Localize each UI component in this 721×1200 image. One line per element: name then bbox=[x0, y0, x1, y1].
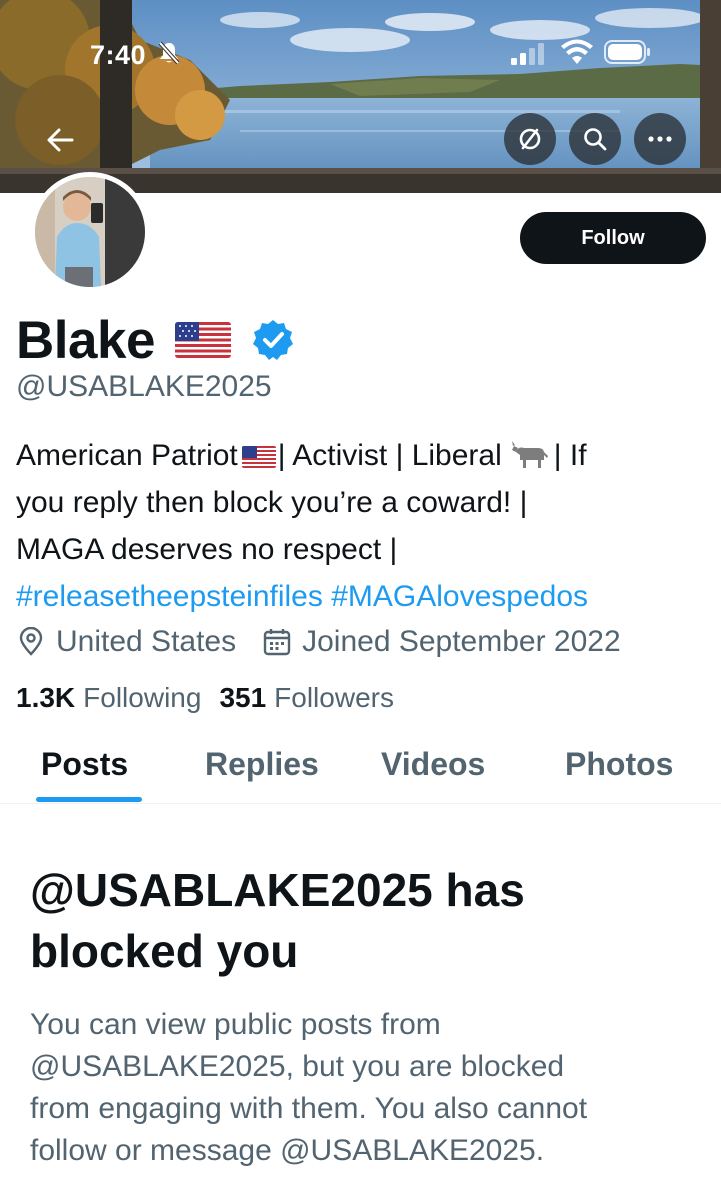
profile-location: United States bbox=[56, 625, 237, 658]
following-label: Following bbox=[83, 682, 202, 713]
status-time: 7:40 bbox=[90, 40, 147, 70]
wifi-icon bbox=[561, 39, 593, 64]
follow-button[interactable]: Follow bbox=[520, 212, 706, 264]
blocked-text-line: @USABLAKE2025, but you are blocked bbox=[30, 1050, 565, 1083]
us-flag-icon bbox=[241, 446, 276, 468]
more-icon bbox=[648, 136, 672, 142]
bell-slash-icon bbox=[158, 41, 180, 65]
avatar[interactable] bbox=[30, 172, 150, 292]
battery-icon bbox=[604, 40, 650, 64]
blocked-title-line: @USABLAKE2025 has bbox=[30, 864, 525, 916]
tab-replies[interactable]: Replies bbox=[205, 746, 319, 783]
bio-line: you reply then block you’re a coward! | bbox=[16, 486, 528, 519]
follow-stats: 1.3K Following 351 Followers bbox=[16, 682, 394, 714]
bio-text: American Patriot bbox=[16, 439, 238, 472]
profile-bio: American Patriot | Activist | Liberal | … bbox=[16, 432, 716, 620]
following-count: 1.3K bbox=[16, 682, 76, 713]
status-bar: 7:40 bbox=[0, 0, 721, 100]
blocked-text-line: follow or message @USABLAKE2025. bbox=[30, 1134, 545, 1167]
location-pin-icon bbox=[19, 627, 43, 656]
us-flag-icon bbox=[174, 322, 231, 358]
donkey-icon bbox=[511, 441, 548, 468]
profile-joined-date: Joined September 2022 bbox=[302, 625, 621, 658]
tab-videos[interactable]: Videos bbox=[381, 746, 485, 783]
tab-posts[interactable]: Posts bbox=[41, 746, 128, 783]
profile-name-row: Blake bbox=[16, 306, 295, 374]
hashtag-link[interactable]: #releasetheepsteinfiles bbox=[16, 580, 323, 613]
blocked-title-line: blocked you bbox=[30, 925, 299, 977]
active-tab-indicator bbox=[36, 797, 142, 802]
following-link[interactable]: 1.3K Following bbox=[16, 682, 201, 714]
tab-photos[interactable]: Photos bbox=[565, 746, 673, 783]
search-button[interactable] bbox=[569, 113, 621, 165]
followers-count: 351 bbox=[219, 682, 267, 713]
translate-button[interactable] bbox=[504, 113, 556, 165]
verified-badge-icon[interactable] bbox=[251, 318, 295, 362]
back-button[interactable] bbox=[38, 118, 82, 162]
followers-link[interactable]: 351 Followers bbox=[219, 682, 394, 714]
blocked-description: You can view public posts from @USABLAKE… bbox=[30, 1004, 710, 1172]
translate-icon bbox=[519, 128, 541, 150]
calendar-icon bbox=[263, 629, 291, 656]
cellular-signal-icon bbox=[511, 43, 544, 65]
bio-text: | Activist | Liberal bbox=[277, 439, 502, 472]
followers-label: Followers bbox=[274, 682, 394, 713]
bio-hashtag-line: #releasetheepsteinfiles #MAGAlovespedos bbox=[16, 573, 716, 620]
bio-line: MAGA deserves no respect | bbox=[16, 533, 398, 566]
profile-banner[interactable]: 7:40 bbox=[0, 0, 721, 193]
blocked-text-line: from engaging with them. You also cannot bbox=[30, 1092, 588, 1125]
back-arrow-icon bbox=[47, 128, 74, 152]
bio-line: American Patriot | Activist | Liberal | … bbox=[16, 432, 716, 479]
blocked-text-line: You can view public posts from bbox=[30, 1008, 441, 1041]
more-options-button[interactable] bbox=[634, 113, 686, 165]
blocked-title: @USABLAKE2025 has blocked you bbox=[30, 860, 710, 982]
profile-handle: @USABLAKE2025 bbox=[16, 370, 272, 403]
profile-meta: United States Joined September 2022 bbox=[16, 622, 621, 662]
search-icon bbox=[584, 128, 607, 151]
hashtag-link[interactable]: #MAGAlovespedos bbox=[331, 580, 588, 613]
avatar-photo bbox=[35, 177, 145, 287]
profile-tabs: Posts Replies Videos Photos bbox=[0, 728, 721, 804]
bio-text: | If bbox=[553, 439, 587, 472]
profile-name: Blake bbox=[16, 310, 155, 370]
